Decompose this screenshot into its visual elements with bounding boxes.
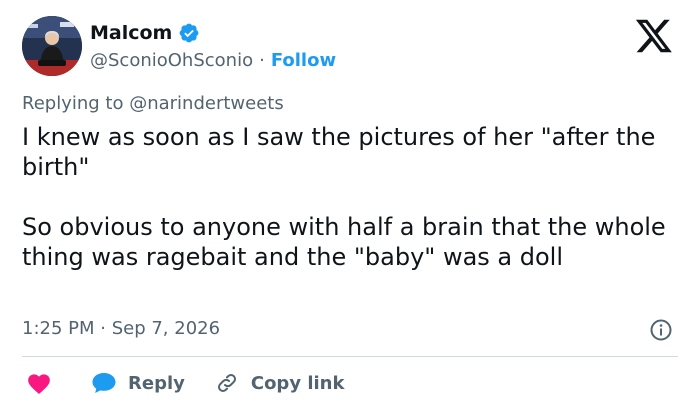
- replying-to-mention[interactable]: @narindertweets: [129, 93, 284, 114]
- reply-button[interactable]: Reply: [52, 370, 185, 396]
- replying-to-label: Replying to: [22, 93, 124, 114]
- avatar[interactable]: [22, 16, 82, 76]
- reply-bubble-icon: [90, 370, 118, 396]
- author-name[interactable]: Malcom: [90, 22, 172, 44]
- author-name-row: Malcom: [90, 20, 200, 46]
- info-icon[interactable]: [649, 318, 673, 342]
- heart-icon: [26, 371, 52, 395]
- author-handle[interactable]: @SconioOhSconio: [90, 50, 253, 71]
- verified-badge-icon: [178, 22, 200, 44]
- tweet-card: Malcom @SconioOhSconio · Follow Replying…: [0, 0, 700, 410]
- tweet-timestamp[interactable]: 1:25 PM · Sep 7, 2026: [22, 318, 220, 339]
- reply-label: Reply: [128, 372, 185, 394]
- like-button[interactable]: [22, 371, 52, 395]
- link-icon: [215, 371, 239, 395]
- divider: [22, 356, 678, 357]
- copy-link-button[interactable]: Copy link: [185, 371, 345, 395]
- action-bar: Reply Copy link: [22, 368, 344, 398]
- author-handle-row: @SconioOhSconio · Follow: [90, 48, 336, 72]
- follow-button[interactable]: Follow: [271, 50, 336, 71]
- tweet-text: I knew as soon as I saw the pictures of …: [22, 123, 666, 271]
- x-logo-icon[interactable]: [634, 18, 674, 54]
- separator-dot: ·: [259, 49, 265, 71]
- avatar-photo: [22, 16, 82, 76]
- copy-link-label: Copy link: [250, 372, 345, 394]
- replying-to: Replying to @narindertweets: [22, 93, 284, 114]
